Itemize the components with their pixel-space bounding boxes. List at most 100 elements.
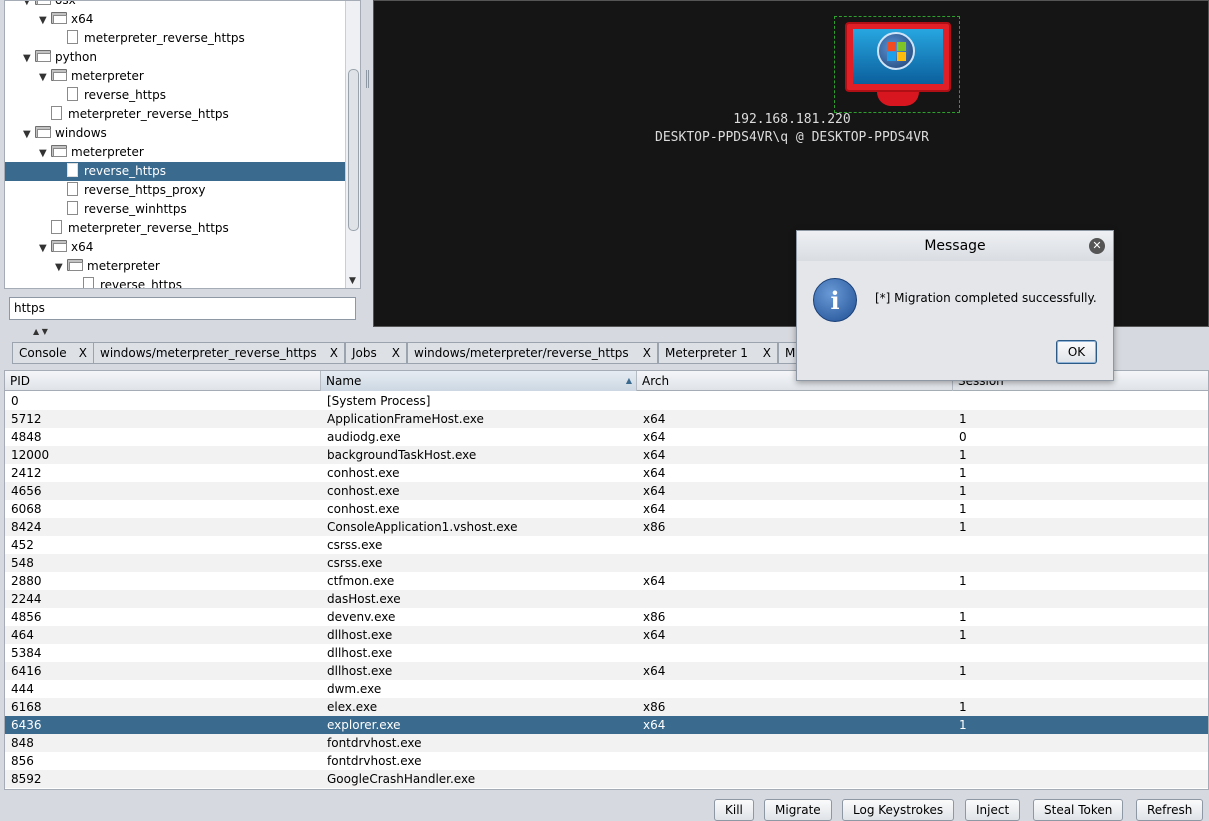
- table-row[interactable]: 856 fontdrvhost.exe: [5, 752, 1208, 770]
- inject-button[interactable]: Inject: [965, 799, 1021, 821]
- tree-item[interactable]: ▼ meterpreter: [55, 257, 160, 276]
- tab-close-icon[interactable]: X: [392, 343, 400, 363]
- cell-arch: x64: [643, 664, 666, 678]
- steal-token-button[interactable]: Steal Token: [1033, 799, 1124, 821]
- expand-arrow-icon[interactable]: ▼: [39, 144, 51, 163]
- expand-arrow-icon[interactable]: ▼: [23, 1, 35, 11]
- cell-arch: x64: [643, 484, 666, 498]
- tree-item[interactable]: reverse_https_proxy: [55, 181, 205, 200]
- cell-pid: 6436: [11, 718, 42, 732]
- expand-arrow-icon[interactable]: ▼: [23, 125, 35, 144]
- tab-label: Meterpreter 1: [665, 346, 748, 360]
- tree-item[interactable]: ▼ meterpreter: [39, 143, 144, 162]
- expand-arrow-icon[interactable]: ▼: [55, 258, 67, 277]
- module-tree[interactable]: ▼ osx ▼ x64 meterpreter_reverse_https ▼ python…: [4, 0, 361, 289]
- splitter-arrows-icon[interactable]: ▲ ▼: [33, 327, 48, 336]
- tab-label: windows/meterpreter_reverse_https: [100, 346, 317, 360]
- process-table[interactable]: PID Name ▲ Arch Session 0 [System Process…: [4, 370, 1209, 790]
- expand-arrow-icon[interactable]: ▼: [39, 239, 51, 258]
- module-search-input[interactable]: https: [9, 297, 356, 320]
- tab-close-icon[interactable]: X: [763, 343, 771, 363]
- tree-item[interactable]: ▼ meterpreter: [39, 67, 144, 86]
- tree-item[interactable]: ▼ python: [23, 48, 97, 67]
- tree-scrollbar[interactable]: ▼: [345, 1, 360, 288]
- cell-pid: 2412: [11, 466, 42, 480]
- tree-item[interactable]: meterpreter_reverse_https: [39, 219, 229, 238]
- table-row[interactable]: 5712 ApplicationFrameHost.exe x64 1: [5, 410, 1208, 428]
- tree-item-label: meterpreter: [87, 259, 160, 273]
- migrate-button[interactable]: Migrate: [764, 799, 832, 821]
- expand-arrow-icon[interactable]: ▼: [39, 68, 51, 87]
- table-row[interactable]: 2244 dasHost.exe: [5, 590, 1208, 608]
- tab-close-icon[interactable]: X: [330, 343, 338, 363]
- table-row[interactable]: 5384 dllhost.exe: [5, 644, 1208, 662]
- table-row[interactable]: 444 dwm.exe: [5, 680, 1208, 698]
- cell-session: 1: [959, 484, 967, 498]
- cell-pid: 548: [11, 556, 34, 570]
- table-row[interactable]: 6416 dllhost.exe x64 1: [5, 662, 1208, 680]
- table-row[interactable]: 4856 devenv.exe x86 1: [5, 608, 1208, 626]
- tab-windows-meterpreter-reverse-https[interactable]: windows/meterpreter_reverse_https X: [93, 342, 345, 364]
- table-row[interactable]: 8424 ConsoleApplication1.vshost.exe x86 1: [5, 518, 1208, 536]
- column-header-name[interactable]: Name ▲: [321, 371, 637, 391]
- cell-arch: x64: [643, 502, 666, 516]
- scroll-down-arrow-icon[interactable]: ▼: [349, 276, 356, 286]
- table-row[interactable]: 2880 ctfmon.exe x64 1: [5, 572, 1208, 590]
- table-row[interactable]: 548 csrss.exe: [5, 554, 1208, 572]
- file-icon: [67, 87, 78, 101]
- cell-pid: 6416: [11, 664, 42, 678]
- table-row[interactable]: 4656 conhost.exe x64 1: [5, 482, 1208, 500]
- table-row[interactable]: 848 fontdrvhost.exe: [5, 734, 1208, 752]
- tab-meterpreter-1[interactable]: Meterpreter 1 X: [658, 342, 778, 364]
- cell-pid: 6068: [11, 502, 42, 516]
- tree-item[interactable]: ▼ x64: [39, 10, 93, 29]
- tree-item[interactable]: reverse_https: [5, 162, 345, 181]
- tab-close-icon[interactable]: X: [643, 343, 651, 363]
- tab-console[interactable]: Console X: [12, 342, 94, 364]
- tree-item[interactable]: reverse_https: [71, 276, 182, 288]
- table-row[interactable]: 6068 conhost.exe x64 1: [5, 500, 1208, 518]
- table-row[interactable]: 6168 elex.exe x86 1: [5, 698, 1208, 716]
- table-row[interactable]: 2412 conhost.exe x64 1: [5, 464, 1208, 482]
- cell-name: conhost.exe: [327, 502, 400, 516]
- tree-item[interactable]: ▼ osx: [23, 1, 76, 11]
- tree-item-label: meterpreter_reverse_https: [68, 221, 229, 235]
- tree-scrollbar-thumb[interactable]: [348, 69, 359, 231]
- expand-arrow-icon[interactable]: ▼: [39, 11, 51, 30]
- target-host[interactable]: [834, 16, 960, 113]
- table-row[interactable]: 6436 explorer.exe x64 1: [5, 716, 1208, 734]
- table-row[interactable]: 452 csrss.exe: [5, 536, 1208, 554]
- table-row[interactable]: 0 [System Process]: [5, 392, 1208, 410]
- tab-windows-meterpreter-slash-reverse-https[interactable]: windows/meterpreter/reverse_https X: [407, 342, 658, 364]
- tree-item[interactable]: reverse_winhttps: [55, 200, 187, 219]
- cell-arch: x64: [643, 718, 666, 732]
- tree-item[interactable]: reverse_https: [55, 86, 166, 105]
- table-row[interactable]: 464 dllhost.exe x64 1: [5, 626, 1208, 644]
- cell-name: dwm.exe: [327, 682, 382, 696]
- column-header-pid[interactable]: PID: [5, 371, 321, 391]
- vertical-splitter-handle[interactable]: [366, 70, 369, 88]
- tree-item[interactable]: ▼ windows: [23, 124, 107, 143]
- table-row[interactable]: 8592 GoogleCrashHandler.exe: [5, 770, 1208, 788]
- expand-arrow-icon[interactable]: ▼: [23, 49, 35, 68]
- tab-jobs[interactable]: Jobs X: [345, 342, 407, 364]
- tree-item[interactable]: meterpreter_reverse_https: [39, 105, 229, 124]
- cell-name: backgroundTaskHost.exe: [327, 448, 477, 462]
- tree-item-label: x64: [71, 12, 94, 26]
- refresh-button[interactable]: Refresh: [1136, 799, 1204, 821]
- kill-button[interactable]: Kill: [714, 799, 754, 821]
- tree-item[interactable]: meterpreter_reverse_https: [55, 29, 245, 48]
- log-keystrokes-button[interactable]: Log Keystrokes: [842, 799, 955, 821]
- close-icon[interactable]: ✕: [1089, 238, 1105, 254]
- table-row[interactable]: 4848 audiodg.exe x64 0: [5, 428, 1208, 446]
- cell-name: dllhost.exe: [327, 646, 393, 660]
- file-icon: [67, 30, 78, 44]
- tree-item[interactable]: ▼ x64: [39, 238, 93, 257]
- cell-session: 1: [959, 412, 967, 426]
- table-row[interactable]: 12000 backgroundTaskHost.exe x64 1: [5, 446, 1208, 464]
- tab-close-icon[interactable]: X: [79, 343, 87, 363]
- cell-pid: 452: [11, 538, 34, 552]
- cell-session: 1: [959, 466, 967, 480]
- ok-button[interactable]: OK: [1056, 340, 1097, 364]
- cell-pid: 2244: [11, 592, 42, 606]
